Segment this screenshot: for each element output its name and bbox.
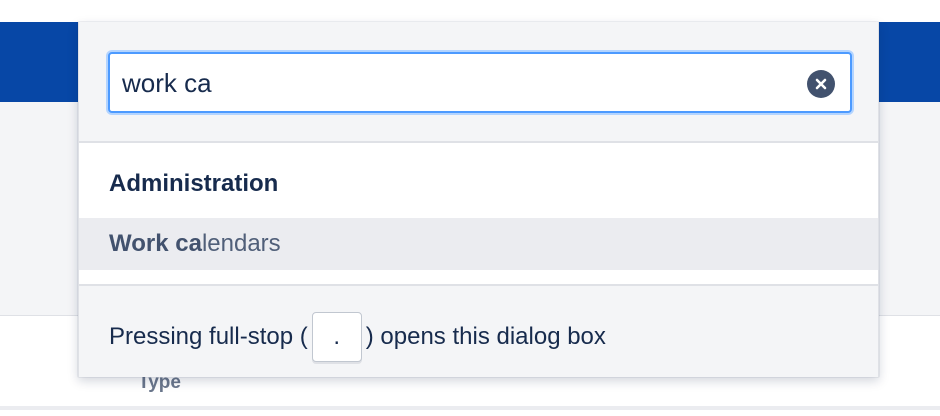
dialog-search-header [79,22,878,143]
shortcut-key: . [311,312,362,362]
result-item-work-calendars[interactable]: Work calendars [79,218,878,270]
hint-text-after: ) opens this dialog box [365,323,606,350]
clear-icon[interactable] [807,70,835,98]
results-section-title: Administration [109,170,279,197]
dialog-footer: Pressing full-stop ( . ) opens this dial… [79,284,878,377]
background-divider [0,406,940,410]
keyboard-shortcut-hint: Pressing full-stop ( . ) opens this dial… [109,312,606,362]
admin-search-dialog: Administration Work calendars Pressing f… [78,22,879,377]
search-field-wrapper[interactable] [108,52,852,113]
search-input[interactable] [122,63,782,103]
result-match-rest: lendars [201,230,281,257]
hint-text-before: Pressing full-stop ( [109,323,308,350]
result-match-highlight: Work ca [109,230,202,257]
result-item-label: Work calendars [109,230,281,258]
close-icon [815,78,827,90]
